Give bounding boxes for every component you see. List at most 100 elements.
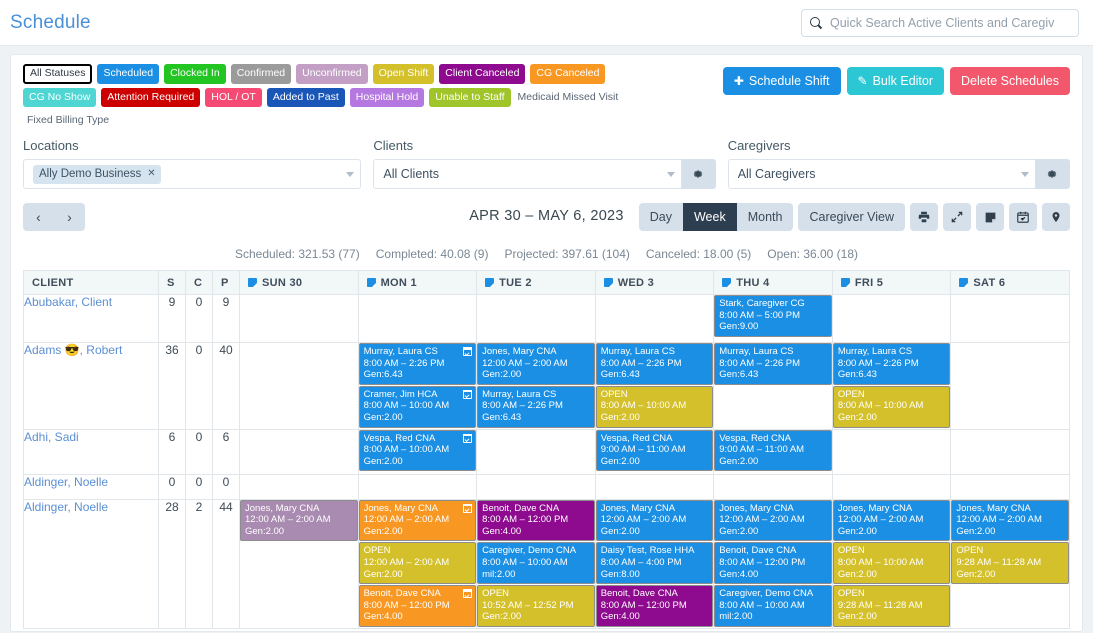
shift-event[interactable]: Benoit, Dave CNA8:00 AM – 12:00 PMGen:4.… [477,500,595,542]
shift-event[interactable]: OPEN9:28 AM – 11:28 AMGen:2.00 [951,542,1069,584]
day-cell-sat[interactable] [951,474,1070,499]
shift-event[interactable]: Murray, Laura CS8:00 AM – 2:26 PMGen:6.4… [714,343,832,385]
day-cell-sun[interactable] [240,343,359,430]
day-cell-mon[interactable] [358,474,477,499]
day-cell-mon[interactable]: Vespa, Red CNA8:00 AM – 10:00 AMGen:2.00 [358,429,477,474]
day-cell-fri[interactable] [832,295,951,343]
status-chip-scheduled[interactable]: Scheduled [97,64,159,84]
day-cell-wed[interactable]: Jones, Mary CNA12:00 AM – 2:00 AMGen:2.0… [595,499,714,628]
caregiver-view-button[interactable]: Caregiver View [798,203,905,231]
day-cell-sat[interactable] [951,295,1070,343]
shift-event[interactable]: Vespa, Red CNA8:00 AM – 10:00 AMGen:2.00 [359,430,477,472]
shift-event[interactable]: Caregiver, Demo CNA8:00 AM – 10:00 AMmil… [714,585,832,627]
shift-event[interactable]: OPEN8:00 AM – 10:00 AMGen:2.00 [833,542,951,584]
status-chip-attention-required[interactable]: Attention Required [101,88,200,108]
status-chip-added-to-past[interactable]: Added to Past [267,88,345,108]
column-header-p[interactable]: P [213,271,240,295]
print-button[interactable] [910,203,938,231]
shift-event[interactable]: Murray, Laura CS8:00 AM – 2:26 PMGen:6.4… [833,343,951,385]
day-cell-wed[interactable]: Murray, Laura CS8:00 AM – 2:26 PMGen:6.4… [595,343,714,430]
shift-event[interactable]: OPEN12:00 AM – 2:00 AMGen:2.00 [359,542,477,584]
expand-button[interactable] [943,203,971,231]
day-cell-fri[interactable]: Murray, Laura CS8:00 AM – 2:26 PMGen:6.4… [832,343,951,430]
day-cell-mon[interactable]: Murray, Laura CS8:00 AM – 2:26 PMGen:6.4… [358,343,477,430]
status-chip-cg-no-show[interactable]: CG No Show [23,88,96,108]
shift-event[interactable]: Stark, Caregiver CG8:00 AM – 5:00 PMGen:… [714,295,832,337]
column-header-sun-30[interactable]: SUN 30 [240,271,359,295]
shift-event[interactable]: Murray, Laura CS8:00 AM – 2:26 PMGen:6.4… [477,386,595,428]
day-cell-thu[interactable]: Stark, Caregiver CG8:00 AM – 5:00 PMGen:… [714,295,833,343]
notes-button[interactable] [976,203,1004,231]
shift-event[interactable]: Jones, Mary CNA12:00 AM – 2:00 AMGen:2.0… [951,500,1069,542]
caregivers-select[interactable]: All Caregivers [728,159,1036,189]
column-header-c[interactable]: C [186,271,213,295]
day-cell-wed[interactable]: Vespa, Red CNA9:00 AM – 11:00 AMGen:2.00 [595,429,714,474]
view-tab-week[interactable]: Week [683,203,737,231]
delete-schedules-button[interactable]: Delete Schedules [950,67,1070,95]
shift-event[interactable]: Benoit, Dave CNA8:00 AM – 12:00 PMGen:4.… [714,542,832,584]
day-cell-thu[interactable]: Jones, Mary CNA12:00 AM – 2:00 AMGen:2.0… [714,499,833,628]
client-name-cell[interactable]: Adhi, Sadi [24,429,159,474]
shift-event[interactable]: OPEN10:52 AM – 12:52 PMGen:2.00 [477,585,595,627]
day-cell-thu[interactable]: Murray, Laura CS8:00 AM – 2:26 PMGen:6.4… [714,343,833,430]
day-cell-sat[interactable]: Jones, Mary CNA12:00 AM – 2:00 AMGen:2.0… [951,499,1070,628]
clients-settings-button[interactable] [682,159,716,189]
shift-event[interactable]: OPEN9:28 AM – 11:28 AMGen:2.00 [833,585,951,627]
shift-event[interactable]: Vespa, Red CNA9:00 AM – 11:00 AMGen:2.00 [714,430,832,472]
day-cell-tue[interactable] [477,474,596,499]
caregivers-settings-button[interactable] [1036,159,1070,189]
status-chip-cg-canceled[interactable]: CG Canceled [530,64,605,84]
shift-event[interactable]: Vespa, Red CNA9:00 AM – 11:00 AMGen:2.00 [596,430,714,472]
shift-event[interactable]: Jones, Mary CNA12:00 AM – 2:00 AMGen:2.0… [714,500,832,542]
day-cell-sun[interactable] [240,474,359,499]
next-period-button[interactable]: › [54,203,85,231]
column-header-thu-4[interactable]: THU 4 [714,271,833,295]
shift-event[interactable]: Jones, Mary CNA12:00 AM – 2:00 AMGen:2.0… [240,500,358,542]
client-name-cell[interactable]: Abubakar, Client [24,295,159,343]
shift-event[interactable]: Benoit, Dave CNA8:00 AM – 12:00 PMGen:4.… [359,585,477,627]
day-cell-tue[interactable]: Benoit, Dave CNA8:00 AM – 12:00 PMGen:4.… [477,499,596,628]
status-chip-open-shift[interactable]: Open Shift [373,64,435,84]
status-chip-confirmed[interactable]: Confirmed [231,64,291,84]
locations-select[interactable]: Ally Demo Business ✕ [23,159,361,189]
day-cell-mon[interactable] [358,295,477,343]
column-header-wed-3[interactable]: WED 3 [595,271,714,295]
quick-search[interactable] [801,9,1079,37]
day-cell-fri[interactable] [832,474,951,499]
schedule-shift-button[interactable]: ✚ Schedule Shift [723,67,841,95]
shift-event[interactable]: Caregiver, Demo CNA8:00 AM – 10:00 AMmil… [477,542,595,584]
day-cell-sun[interactable] [240,295,359,343]
calendar-check-button[interactable] [1009,203,1037,231]
day-cell-tue[interactable] [477,429,596,474]
view-tab-day[interactable]: Day [639,203,683,231]
shift-event[interactable]: OPEN8:00 AM – 10:00 AMGen:2.00 [596,386,714,428]
client-name-cell[interactable]: Aldinger, Noelle [24,474,159,499]
day-cell-tue[interactable] [477,295,596,343]
day-cell-thu[interactable]: Vespa, Red CNA9:00 AM – 11:00 AMGen:2.00 [714,429,833,474]
status-chip-unable-to-staff[interactable]: Unable to Staff [429,88,510,108]
shift-event[interactable]: Benoit, Dave CNA8:00 AM – 12:00 PMGen:4.… [596,585,714,627]
day-cell-sun[interactable]: Jones, Mary CNA12:00 AM – 2:00 AMGen:2.0… [240,499,359,628]
status-chip-hol-ot[interactable]: HOL / OT [205,88,262,108]
day-cell-mon[interactable]: Jones, Mary CNA12:00 AM – 2:00 AMGen:2.0… [358,499,477,628]
map-pin-button[interactable] [1042,203,1070,231]
column-header-s[interactable]: S [159,271,186,295]
search-input[interactable] [828,15,1070,31]
day-cell-sun[interactable] [240,429,359,474]
prev-period-button[interactable]: ‹ [23,203,54,231]
day-cell-wed[interactable] [595,295,714,343]
column-header-fri-5[interactable]: FRI 5 [832,271,951,295]
client-name-cell[interactable]: Adams 😎, Robert [24,343,159,430]
status-chip-all-statuses[interactable]: All Statuses [23,64,92,84]
day-cell-wed[interactable] [595,474,714,499]
close-icon[interactable]: ✕ [147,168,155,179]
day-cell-sat[interactable] [951,429,1070,474]
shift-event[interactable]: Jones, Mary CNA12:00 AM – 2:00 AMGen:2.0… [596,500,714,542]
column-header-tue-2[interactable]: TUE 2 [477,271,596,295]
client-name-cell[interactable]: Aldinger, Noelle [24,499,159,628]
shift-event[interactable]: Jones, Mary CNA12:00 AM – 2:00 AMGen:2.0… [477,343,595,385]
column-header-mon-1[interactable]: MON 1 [358,271,477,295]
status-chip-hospital-hold[interactable]: Hospital Hold [350,88,424,108]
day-cell-fri[interactable]: Jones, Mary CNA12:00 AM – 2:00 AMGen:2.0… [832,499,951,628]
shift-event[interactable]: Jones, Mary CNA12:00 AM – 2:00 AMGen:2.0… [833,500,951,542]
